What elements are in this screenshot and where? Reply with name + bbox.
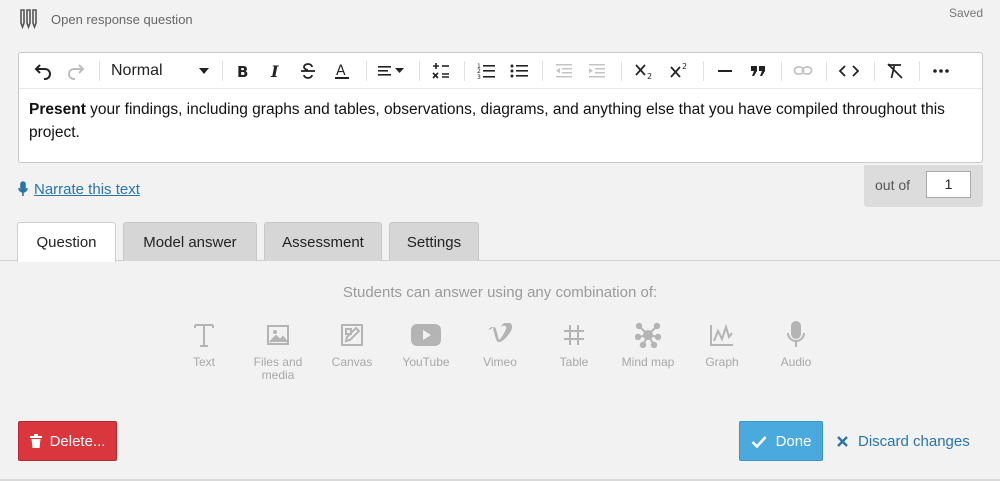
toolbar-separator — [419, 61, 420, 81]
toolbar-separator — [781, 61, 782, 81]
question-type-label: Open response question — [51, 12, 193, 27]
answer-type-label: Audio — [780, 355, 812, 369]
ordered-list-icon[interactable]: 123 — [474, 59, 498, 83]
answer-type-youtube[interactable]: YouTube — [389, 320, 463, 369]
more-icon[interactable] — [929, 59, 953, 83]
body-text: your findings, including graphs and tabl… — [29, 101, 945, 141]
done-button-label: Done — [775, 432, 812, 450]
table-icon — [537, 320, 611, 350]
answer-type-label: Mind map — [621, 355, 675, 369]
indent-icon[interactable] — [585, 59, 609, 83]
delete-button-label: Delete... — [49, 432, 106, 450]
tab-settings[interactable]: Settings — [389, 222, 479, 261]
toolbar-separator — [464, 61, 465, 81]
answer-type-label: Text — [192, 355, 215, 369]
horizontal-rule-icon[interactable] — [713, 59, 737, 83]
text-icon — [167, 320, 241, 350]
toolbar-separator — [919, 61, 920, 81]
undo-icon[interactable] — [31, 59, 55, 83]
microphone-icon — [759, 320, 833, 350]
answer-type-audio[interactable]: Audio — [759, 320, 833, 369]
toolbar-separator — [874, 61, 875, 81]
strikethrough-icon[interactable] — [297, 59, 319, 83]
delete-button[interactable]: Delete... — [18, 421, 117, 461]
answer-type-label: Canvas — [331, 355, 373, 369]
youtube-icon — [389, 320, 463, 350]
narrate-link-label[interactable]: Narrate this text — [34, 181, 140, 198]
tab-model-answer[interactable]: Model answer — [123, 222, 257, 261]
bold-icon[interactable]: B — [231, 59, 253, 83]
narrate-link[interactable]: Narrate this text — [18, 179, 140, 199]
points-label: out of — [875, 177, 911, 193]
answer-type-canvas[interactable]: Canvas — [315, 320, 389, 369]
svg-text:2: 2 — [682, 62, 687, 71]
rich-text-editor[interactable]: Normal B I A 123 2 2 Present your findin… — [18, 52, 983, 163]
clear-format-icon[interactable] — [883, 59, 907, 83]
save-status: Saved — [948, 6, 983, 20]
points-box: out of 1 — [864, 165, 983, 207]
bold-text: Present — [29, 101, 86, 118]
editor-content[interactable]: Present your findings, including graphs … — [29, 98, 969, 144]
toolbar-separator — [366, 61, 367, 81]
graph-icon — [685, 320, 759, 350]
check-icon — [751, 435, 767, 448]
outdent-icon[interactable] — [552, 59, 576, 83]
italic-icon[interactable]: I — [264, 59, 286, 83]
tab-assessment[interactable]: Assessment — [264, 222, 382, 261]
svg-text:I: I — [270, 63, 279, 79]
answer-type-graph[interactable]: Graph — [685, 320, 759, 369]
close-icon — [837, 435, 848, 447]
tab-question[interactable]: Question — [17, 222, 116, 262]
answer-type-label: Graph — [705, 355, 739, 369]
answer-type-table[interactable]: Table — [537, 320, 611, 369]
editor-toolbar: Normal B I A 123 2 2 — [19, 53, 982, 89]
done-button[interactable]: Done — [739, 421, 823, 461]
svg-text:2: 2 — [647, 72, 652, 81]
trash-icon — [29, 434, 42, 448]
answer-type-text[interactable]: Text — [167, 320, 241, 369]
discard-changes-button[interactable]: Discard changes — [836, 431, 970, 451]
answer-type-label: Vimeo — [483, 355, 517, 369]
answer-type-vimeo[interactable]: Vimeo — [463, 320, 537, 369]
align-icon[interactable] — [375, 59, 407, 83]
text-color-icon[interactable]: A — [330, 59, 354, 83]
answer-type-mind-map[interactable]: Mind map — [611, 320, 685, 369]
toolbar-separator — [826, 61, 827, 81]
answer-type-label: Files and media — [253, 355, 303, 382]
points-input[interactable]: 1 — [926, 171, 971, 198]
svg-text:B: B — [237, 63, 248, 79]
image-icon — [241, 320, 315, 350]
toolbar-separator — [99, 61, 100, 81]
answer-types-heading: Students can answer using any combinatio… — [342, 284, 658, 301]
answer-type-label: YouTube — [402, 355, 450, 369]
mind-map-icon — [611, 320, 685, 350]
svg-text:A: A — [336, 63, 346, 79]
chevron-down-icon — [199, 68, 209, 74]
toolbar-separator — [703, 61, 704, 81]
toolbar-separator — [222, 61, 223, 81]
paragraph-style-select[interactable]: Normal — [111, 59, 209, 83]
redo-icon[interactable] — [64, 59, 88, 83]
math-icon[interactable] — [429, 59, 453, 83]
toolbar-separator — [621, 61, 622, 81]
code-icon[interactable] — [836, 59, 862, 83]
vimeo-icon — [463, 320, 537, 350]
pencils-icon — [18, 8, 40, 30]
link-icon[interactable] — [791, 59, 815, 83]
header: Open response question Saved — [0, 0, 1000, 44]
paragraph-style-value: Normal — [111, 62, 163, 79]
bullet-list-icon[interactable] — [507, 59, 531, 83]
answer-type-label: Table — [559, 355, 589, 369]
subscript-icon[interactable]: 2 — [631, 59, 657, 83]
superscript-icon[interactable]: 2 — [666, 59, 692, 83]
svg-text:3: 3 — [477, 74, 481, 80]
discard-changes-label: Discard changes — [858, 432, 970, 450]
microphone-icon — [18, 181, 28, 196]
blockquote-icon[interactable] — [746, 59, 770, 83]
toolbar-separator — [542, 61, 543, 81]
canvas-icon — [315, 320, 389, 350]
answer-type-files-and-media[interactable]: Files and media — [241, 320, 315, 382]
